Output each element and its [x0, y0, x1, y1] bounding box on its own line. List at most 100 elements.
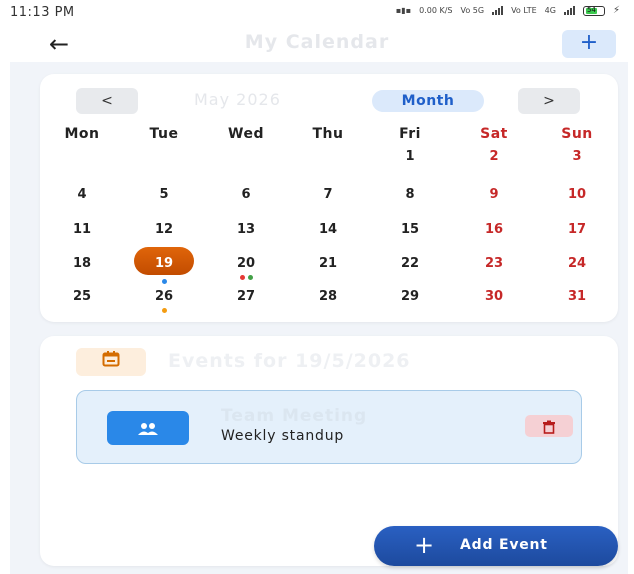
sim2-label: Vo LTE [511, 6, 537, 15]
battery-icon: 54 [582, 5, 605, 16]
day-number: 26 [154, 289, 174, 304]
day-cell-6[interactable]: 6 [216, 186, 276, 220]
day-number: 21 [318, 256, 338, 271]
day-cell-18[interactable]: 18 [52, 255, 112, 289]
weekday-mon: Mon [64, 126, 100, 142]
event-dot [161, 279, 167, 284]
day-cell-1[interactable]: 1 [380, 148, 440, 182]
event-dots [216, 275, 276, 280]
weekday-wed: Wed [228, 126, 264, 142]
day-number: 17 [567, 222, 587, 237]
weekday-sat: Sat [480, 126, 508, 142]
weekday-sun: Sun [561, 126, 593, 142]
calendar-icon [76, 348, 146, 376]
sim1-label: Vo 5G [460, 6, 485, 15]
day-cell-13[interactable]: 13 [216, 221, 276, 255]
next-month-button[interactable]: > [518, 88, 580, 114]
day-cell-26[interactable]: 26 [134, 288, 194, 322]
day-cell-3[interactable]: 3 [547, 148, 607, 182]
battery-level: 54 [586, 5, 596, 14]
day-number: 24 [567, 256, 587, 271]
day-cell-28[interactable]: 28 [298, 288, 358, 322]
app-bar: ← My Calendar + [0, 26, 634, 62]
weekday-thu: Thu [312, 126, 344, 142]
day-number: 14 [318, 222, 338, 237]
month-label: May 2026 [194, 90, 281, 109]
add-button[interactable]: + [562, 30, 616, 58]
day-cell-21[interactable]: 21 [298, 255, 358, 289]
prev-month-button[interactable]: < [76, 88, 138, 114]
day-cell-7[interactable]: 7 [298, 186, 358, 220]
event-dots [134, 308, 194, 313]
day-number: 5 [159, 187, 169, 202]
day-cell-24[interactable]: 24 [547, 255, 607, 289]
day-number: 8 [405, 187, 415, 202]
day-cell-15[interactable]: 15 [380, 221, 440, 255]
day-number: 23 [484, 256, 504, 271]
day-cell-23[interactable]: 23 [464, 255, 524, 289]
day-number: 27 [236, 289, 256, 304]
day-cell-27[interactable]: 27 [216, 288, 276, 322]
day-number: 7 [323, 187, 333, 202]
event-dot [247, 275, 253, 280]
day-cell-30[interactable]: 30 [464, 288, 524, 322]
plus-icon: + [579, 30, 599, 55]
day-number: 4 [77, 187, 87, 202]
event-item[interactable]: Team Meeting Weekly standup [76, 390, 582, 464]
weekday-fri: Fri [399, 126, 421, 142]
delete-event-button[interactable] [525, 415, 573, 437]
plus-icon: + [414, 531, 435, 559]
event-dot [239, 275, 245, 280]
status-time: 11:13 PM [10, 5, 75, 20]
net-speed: 0.00 K/S [419, 6, 453, 15]
day-cell-2[interactable]: 2 [464, 148, 524, 182]
weekday-tue: Tue [149, 126, 179, 142]
day-number: 15 [400, 222, 420, 237]
day-cell-17[interactable]: 17 [547, 221, 607, 255]
group-icon [107, 411, 189, 445]
day-number: 1 [405, 149, 415, 164]
day-number: 16 [484, 222, 504, 237]
day-number: 18 [72, 256, 92, 271]
day-number: 31 [567, 289, 587, 304]
day-cell-31[interactable]: 31 [547, 288, 607, 322]
day-number: 2 [489, 149, 499, 164]
day-number: 19 [154, 256, 174, 271]
dnd-icon: ▪▮▪ [395, 6, 412, 15]
trash-icon [543, 420, 555, 434]
day-number: 29 [400, 289, 420, 304]
day-cell-11[interactable]: 11 [52, 221, 112, 255]
day-number: 25 [72, 289, 92, 304]
event-dot [161, 308, 167, 313]
signal-icon-2 [563, 6, 575, 15]
day-number: 13 [236, 222, 256, 237]
day-number: 30 [484, 289, 504, 304]
day-number: 10 [567, 187, 587, 202]
day-number: 12 [154, 222, 174, 237]
day-number: 9 [489, 187, 499, 202]
add-event-button[interactable]: + Add Event [374, 526, 618, 566]
network-type: 4G [544, 6, 556, 15]
event-dots [134, 279, 194, 284]
view-mode-toggle[interactable]: Month [372, 90, 484, 112]
day-cell-19[interactable]: 19 [134, 247, 194, 289]
day-cell-9[interactable]: 9 [464, 186, 524, 220]
day-cell-25[interactable]: 25 [52, 288, 112, 322]
status-icons: ▪▮▪ 0.00 K/S Vo 5G Vo LTE 4G 54 ⚡ [396, 5, 620, 16]
charging-icon: ⚡ [612, 5, 620, 16]
day-cell-10[interactable]: 10 [547, 186, 607, 220]
day-cell-4[interactable]: 4 [52, 186, 112, 220]
day-number: 11 [72, 222, 92, 237]
day-cell-29[interactable]: 29 [380, 288, 440, 322]
calendar-card: < May 2026 Month > Mon Tue Wed Thu Fri Sat Sun… [40, 74, 618, 322]
calendar-grid: 1 2 3 4 5 6 7 8 9 10 11 12 13 14 15 16 17 18 19 20 21 22 23 24 2… [40, 148, 618, 322]
day-cell-14[interactable]: 14 [298, 221, 358, 255]
day-number: 28 [318, 289, 338, 304]
day-cell-22[interactable]: 22 [380, 255, 440, 289]
day-cell-20[interactable]: 20 [216, 255, 276, 289]
day-cell-8[interactable]: 8 [380, 186, 440, 220]
day-cell-5[interactable]: 5 [134, 186, 194, 220]
status-bar: 11:13 PM ▪▮▪ 0.00 K/S Vo 5G Vo LTE 4G 54… [0, 0, 634, 26]
day-cell-16[interactable]: 16 [464, 221, 524, 255]
day-number: 20 [236, 256, 256, 271]
